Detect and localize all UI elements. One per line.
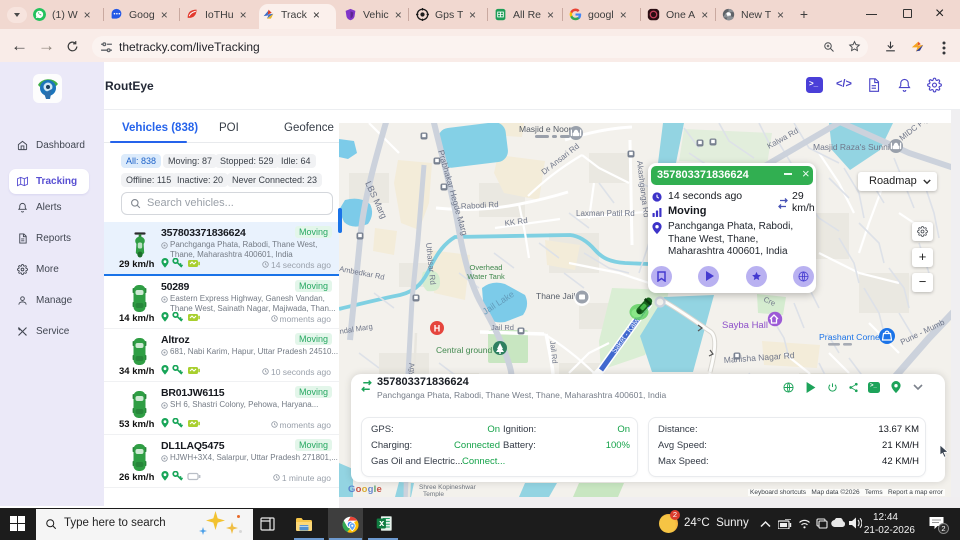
svg-text:Thane Jail: Thane Jail <box>536 291 575 301</box>
svg-text:Overhead: Overhead <box>470 263 503 272</box>
svg-text:Jail Rd: Jail Rd <box>491 323 514 332</box>
svg-text:Prashant Corner: Prashant Corner <box>819 332 883 342</box>
svg-text:Shree Kopineshwar: Shree Kopineshwar <box>419 484 477 491</box>
svg-text:Masjid Raza's Sunni: Masjid Raza's Sunni <box>813 142 890 152</box>
svg-text:Sayba Hall: Sayba Hall <box>722 320 768 331</box>
svg-text:Laxman Patil Rd: Laxman Patil Rd <box>576 209 635 218</box>
svg-text:Central ground: Central ground <box>436 345 493 355</box>
svg-text:Masjid e Noor: Masjid e Noor <box>519 124 572 134</box>
svg-text:H: H <box>434 324 441 334</box>
svg-text:Water Tank: Water Tank <box>467 272 505 281</box>
